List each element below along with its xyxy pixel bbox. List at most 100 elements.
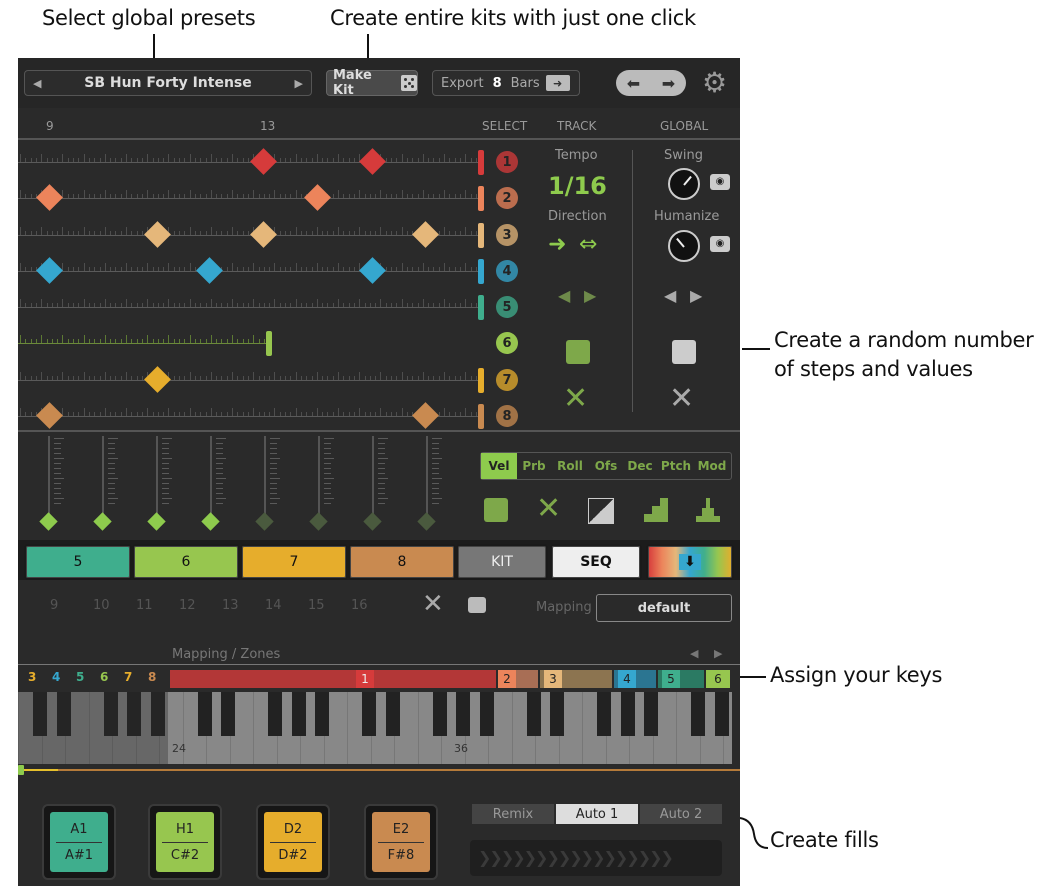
zone-3[interactable]: 3 <box>540 670 612 688</box>
velocity-sliders[interactable] <box>18 434 480 538</box>
param-tab-vel[interactable]: Vel <box>481 453 517 479</box>
undo-icon[interactable]: ⬅ <box>627 74 640 93</box>
small-zone-label[interactable]: 8 <box>148 670 156 684</box>
track-shift-right-icon[interactable]: ▶ <box>584 286 596 305</box>
eye-icon[interactable]: ◉ <box>710 174 730 190</box>
fill-progress-bar[interactable]: ❯❯❯❯❯❯❯❯❯❯❯❯❯❯❯❯❯ <box>470 840 722 876</box>
chevron-left-icon[interactable]: ◀ <box>33 77 41 90</box>
track-select-1[interactable]: 1 <box>496 151 518 173</box>
param-tab-mod[interactable]: Mod <box>695 453 729 479</box>
param-dice-icon[interactable] <box>484 498 508 522</box>
arrow-right-icon[interactable]: ➜ <box>548 232 566 257</box>
param-tab-prb[interactable]: Prb <box>517 453 551 479</box>
step-number[interactable]: 12 <box>179 598 196 613</box>
slider-handle[interactable] <box>309 512 328 531</box>
global-dice-icon[interactable] <box>672 340 696 364</box>
global-shift-right-icon[interactable]: ▶ <box>690 286 702 305</box>
track-select-6[interactable]: 6 <box>496 332 518 354</box>
make-kit-button[interactable]: Make Kit <box>326 68 418 98</box>
black-key[interactable] <box>644 692 659 736</box>
black-key[interactable] <box>291 692 306 736</box>
pyramid-icon[interactable] <box>696 498 720 522</box>
slider-handle[interactable] <box>363 512 382 531</box>
step-marker[interactable] <box>359 257 386 284</box>
track-close-icon[interactable]: ✕ <box>563 384 588 414</box>
param-clear-icon[interactable]: ✕ <box>536 494 561 524</box>
track-select-5[interactable]: 5 <box>496 296 518 318</box>
global-close-icon[interactable]: ✕ <box>669 384 694 414</box>
zone-6[interactable]: 6 <box>706 670 730 688</box>
chevron-right-icon[interactable]: ▶ <box>295 77 303 90</box>
param-tab-roll[interactable]: Roll <box>551 453 589 479</box>
track-select-3[interactable]: 3 <box>496 224 518 246</box>
redo-icon[interactable]: ➡ <box>662 74 675 93</box>
black-key[interactable] <box>691 692 706 736</box>
playhead[interactable] <box>18 765 24 775</box>
black-key[interactable] <box>432 692 447 736</box>
black-key[interactable] <box>362 692 377 736</box>
step-marker[interactable] <box>144 221 171 248</box>
sequencer-lanes[interactable] <box>18 140 480 430</box>
black-key[interactable] <box>479 692 494 736</box>
slider-handle[interactable] <box>201 512 220 531</box>
fill-tab-auto-1[interactable]: Auto 1 <box>556 804 638 824</box>
track-select-4[interactable]: 4 <box>496 260 518 282</box>
bank-6-button[interactable]: 6 <box>132 544 240 580</box>
small-zone-label[interactable]: 3 <box>28 670 36 684</box>
black-key[interactable] <box>385 692 400 736</box>
track-dice-icon[interactable] <box>566 340 590 364</box>
black-key[interactable] <box>456 692 471 736</box>
step-number[interactable]: 13 <box>222 598 239 613</box>
export-button[interactable]: Export 8 Bars ➜ <box>432 70 580 96</box>
global-shift-left-icon[interactable]: ◀ <box>664 286 676 305</box>
step-number[interactable]: 11 <box>136 598 153 613</box>
black-key[interactable] <box>221 692 236 736</box>
step-marker[interactable] <box>196 257 223 284</box>
step-marker[interactable] <box>250 221 277 248</box>
black-key[interactable] <box>550 692 565 736</box>
stairs-icon[interactable] <box>644 498 668 522</box>
bank-5-button[interactable]: 5 <box>24 544 132 580</box>
step-marker[interactable] <box>359 148 386 175</box>
gear-icon[interactable]: ⚙ <box>702 66 727 100</box>
step-number[interactable]: 14 <box>265 598 282 613</box>
seq-button[interactable]: SEQ <box>550 544 642 580</box>
bidirectional-arrow-icon[interactable]: ⇔ <box>579 232 597 257</box>
param-tab-dec[interactable]: Dec <box>623 453 657 479</box>
param-tab-ofs[interactable]: Ofs <box>589 453 623 479</box>
bank-8-button[interactable]: 8 <box>348 544 456 580</box>
track-shift-left-icon[interactable]: ◀ <box>558 286 570 305</box>
fill-tab-auto-2[interactable]: Auto 2 <box>640 804 722 824</box>
zone-2[interactable]: 2 <box>498 670 538 688</box>
fill-tab-remix[interactable]: Remix <box>472 804 554 824</box>
step-marker[interactable] <box>412 221 439 248</box>
slider-handle[interactable] <box>147 512 166 531</box>
step-marker[interactable] <box>250 148 277 175</box>
step-marker[interactable] <box>36 257 63 284</box>
black-key[interactable] <box>620 692 635 736</box>
small-zone-label[interactable]: 4 <box>52 670 60 684</box>
step-number[interactable]: 10 <box>93 598 110 613</box>
lane-end-handle[interactable] <box>266 331 272 356</box>
color-map-button[interactable]: ⬇ <box>646 544 734 580</box>
zone-1[interactable]: 1 <box>170 670 496 688</box>
small-zone-label[interactable]: 7 <box>124 670 132 684</box>
eye-icon[interactable]: ◉ <box>710 236 730 252</box>
steps-clear-icon[interactable]: ✕ <box>422 591 444 617</box>
mapping-select[interactable]: default <box>596 594 732 622</box>
black-key[interactable] <box>714 692 729 736</box>
tempo-value[interactable]: 1/16 <box>548 172 607 200</box>
humanize-knob[interactable] <box>668 230 700 262</box>
track-select-7[interactable]: 7 <box>496 369 518 391</box>
zones-left-icon[interactable]: ◀ <box>690 647 698 660</box>
black-key[interactable] <box>315 692 330 736</box>
slider-handle[interactable] <box>417 512 436 531</box>
export-bars-value[interactable]: 8 <box>493 76 502 91</box>
black-key[interactable] <box>526 692 541 736</box>
fill-pad-4[interactable]: E2 F#8 <box>364 804 438 880</box>
preset-selector[interactable]: ◀ SB Hun Forty Intense ▶ <box>24 70 312 96</box>
fill-pad-3[interactable]: D2 D#2 <box>256 804 330 880</box>
step-marker[interactable] <box>412 402 439 429</box>
zone-5[interactable]: 5 <box>658 670 704 688</box>
slider-handle[interactable] <box>255 512 274 531</box>
